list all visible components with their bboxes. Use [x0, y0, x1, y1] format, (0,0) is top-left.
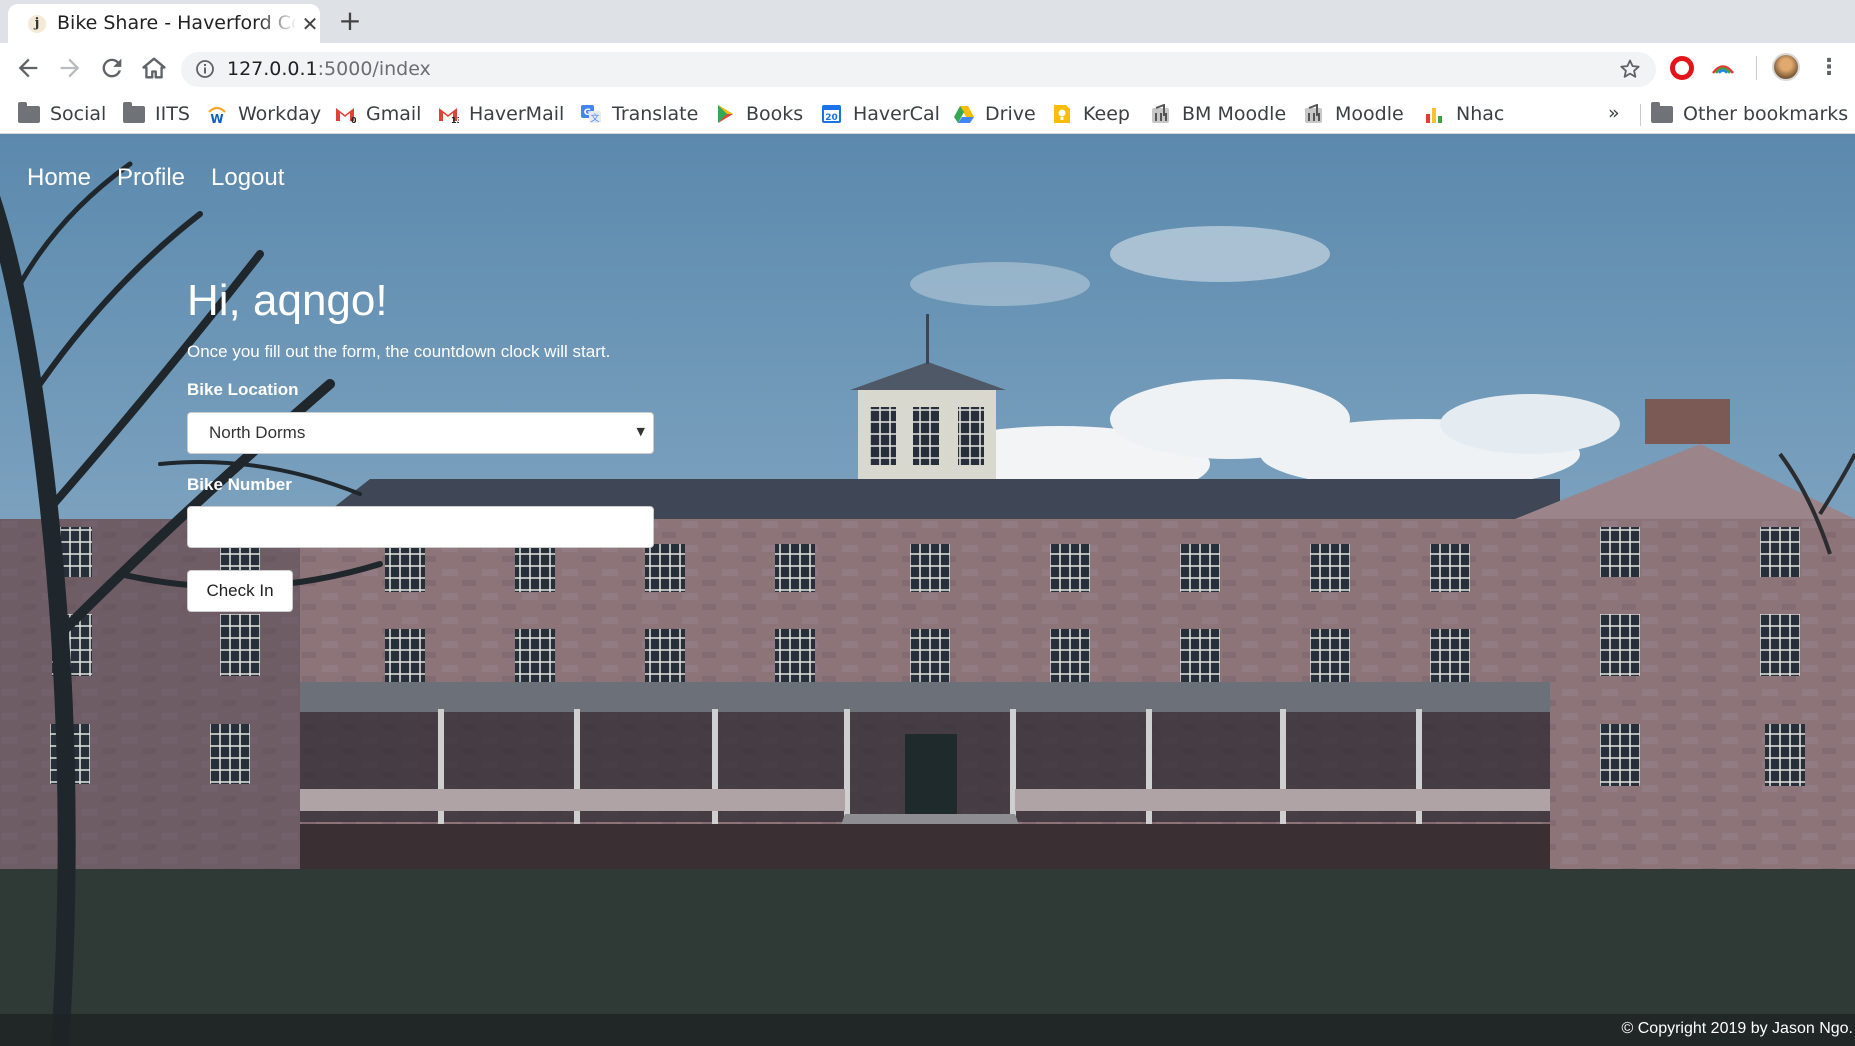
tab-title: Bike Share - Haverford College — [57, 12, 297, 34]
toolbar-divider — [1756, 56, 1757, 80]
bookmark-label: Drive — [985, 103, 1036, 125]
reload-icon — [102, 58, 122, 78]
site-favicon-icon: j — [28, 15, 46, 33]
bookmark-label: Keep — [1083, 103, 1130, 125]
folder-icon — [123, 101, 145, 123]
home-icon — [142, 57, 166, 79]
bookmark-gmail[interactable]: 0 Gmail — [334, 100, 421, 128]
gmail-badge: 0 — [351, 116, 356, 124]
havercal-badge: 20 — [825, 113, 838, 123]
moodle-icon — [1305, 104, 1322, 123]
bookmark-star-icon[interactable] — [1618, 57, 1642, 81]
bookmark-label: HaverCal — [853, 103, 940, 125]
bike-number-input[interactable] — [187, 506, 654, 548]
folder-icon — [18, 101, 40, 123]
nav-logout-link[interactable]: Logout — [211, 164, 284, 192]
bookmark-havermail[interactable]: 13 HaverMail — [437, 100, 564, 128]
browser-tab[interactable]: j Bike Share - Haverford College ✕ — [8, 4, 320, 43]
bike-location-label: Bike Location — [187, 380, 299, 399]
opera-extension-icon[interactable] — [1670, 56, 1694, 80]
bookmark-label: Other bookmarks — [1683, 103, 1849, 125]
nav-home-link[interactable]: Home — [27, 164, 91, 192]
bike-location-select[interactable]: North Dorms ▼ — [187, 412, 654, 454]
bookmark-havercal[interactable]: 20 HaverCal — [821, 100, 940, 128]
profile-avatar[interactable] — [1772, 53, 1800, 81]
bike-number-label: Bike Number — [187, 475, 292, 494]
bookmark-moodle[interactable]: Moodle — [1303, 100, 1404, 128]
bookmark-drive[interactable]: Drive — [953, 100, 1036, 128]
info-icon[interactable] — [195, 59, 215, 79]
bookmark-books[interactable]: Books — [714, 100, 803, 128]
bookmark-label: Moodle — [1335, 103, 1404, 125]
bookmark-label: Social — [50, 103, 107, 125]
check-in-button[interactable]: Check In — [187, 570, 293, 612]
bookmark-label: HaverMail — [469, 103, 565, 125]
arrow-left-icon — [18, 58, 38, 78]
bookmark-workday[interactable]: W Workday — [206, 100, 321, 128]
bookmark-nhac[interactable]: Nhac — [1424, 100, 1504, 128]
browser-menu-icon[interactable]: ⋮ — [1818, 53, 1840, 83]
url-host: 127.0.0.1 — [227, 58, 318, 80]
chart-bars-icon — [1426, 108, 1442, 123]
forward-button[interactable] — [56, 54, 84, 82]
url-path: :5000/index — [317, 58, 431, 80]
svg-text:文: 文 — [590, 112, 599, 124]
home-button[interactable] — [140, 54, 168, 82]
bookmark-label: Translate — [612, 103, 699, 125]
arrow-right-icon — [60, 58, 80, 78]
greeting-heading: Hi, aqngo! — [187, 276, 388, 325]
bookmark-iits[interactable]: IITS — [123, 100, 190, 128]
bookmark-label: Books — [746, 103, 804, 125]
more-bookmarks-icon[interactable]: » — [1608, 102, 1620, 124]
bookmark-label: Workday — [238, 103, 322, 125]
keep-icon — [1054, 105, 1070, 123]
bookmarks-bar: Social IITS WWorkday 0Gmail 13HaverMail … — [0, 94, 1855, 134]
bookmark-social[interactable]: Social — [18, 100, 106, 128]
gmail-icon: 0 — [336, 108, 356, 124]
dropdown-caret-icon: ▼ — [636, 425, 645, 438]
folder-icon — [1651, 101, 1673, 123]
havermail-icon: 13 — [439, 108, 459, 124]
workday-icon: W — [208, 106, 226, 124]
nav-profile-link[interactable]: Profile — [117, 164, 185, 192]
moodle-icon — [1152, 104, 1169, 123]
svg-text:W: W — [210, 112, 223, 124]
bookmark-label: Nhac — [1456, 103, 1505, 125]
back-button[interactable] — [14, 54, 42, 82]
bookmark-label: IITS — [155, 103, 190, 125]
play-books-icon — [718, 105, 733, 123]
translate-icon: G文 — [581, 105, 601, 124]
close-tab-icon[interactable]: ✕ — [300, 14, 320, 34]
bookmark-keep[interactable]: Keep — [1051, 100, 1130, 128]
bookmark-translate[interactable]: G 文 Translate — [580, 100, 698, 128]
reload-button[interactable] — [98, 54, 126, 82]
form-instructions: Once you fill out the form, the countdow… — [187, 342, 611, 361]
tab-strip: j Bike Share - Haverford College ✕ + — [0, 0, 1855, 43]
rainbow-extension-icon[interactable] — [1710, 56, 1736, 80]
page-viewport: Home Profile Logout Hi, aqngo! Once you … — [0, 134, 1855, 1046]
bookmark-other[interactable]: Other bookmarks — [1651, 100, 1848, 128]
bookmark-bm-moodle[interactable]: BM Moodle — [1150, 100, 1286, 128]
bike-location-value: North Dorms — [209, 423, 306, 442]
drive-icon — [954, 106, 974, 123]
bookmark-label: Gmail — [366, 103, 422, 125]
havermail-badge: 13 — [451, 116, 459, 124]
address-bar[interactable]: 127.0.0.1:5000/index — [181, 52, 1656, 87]
new-tab-button[interactable]: + — [337, 7, 363, 35]
bookmark-label: BM Moodle — [1182, 103, 1287, 125]
browser-toolbar: 127.0.0.1:5000/index ⋮ — [0, 43, 1855, 94]
bookmarks-divider — [1640, 104, 1641, 126]
calendar-icon: 20 — [822, 105, 841, 123]
url-text: 127.0.0.1:5000/index — [227, 58, 431, 80]
copyright-footer: © Copyright 2019 by Jason Ngo. — [1621, 1020, 1853, 1037]
